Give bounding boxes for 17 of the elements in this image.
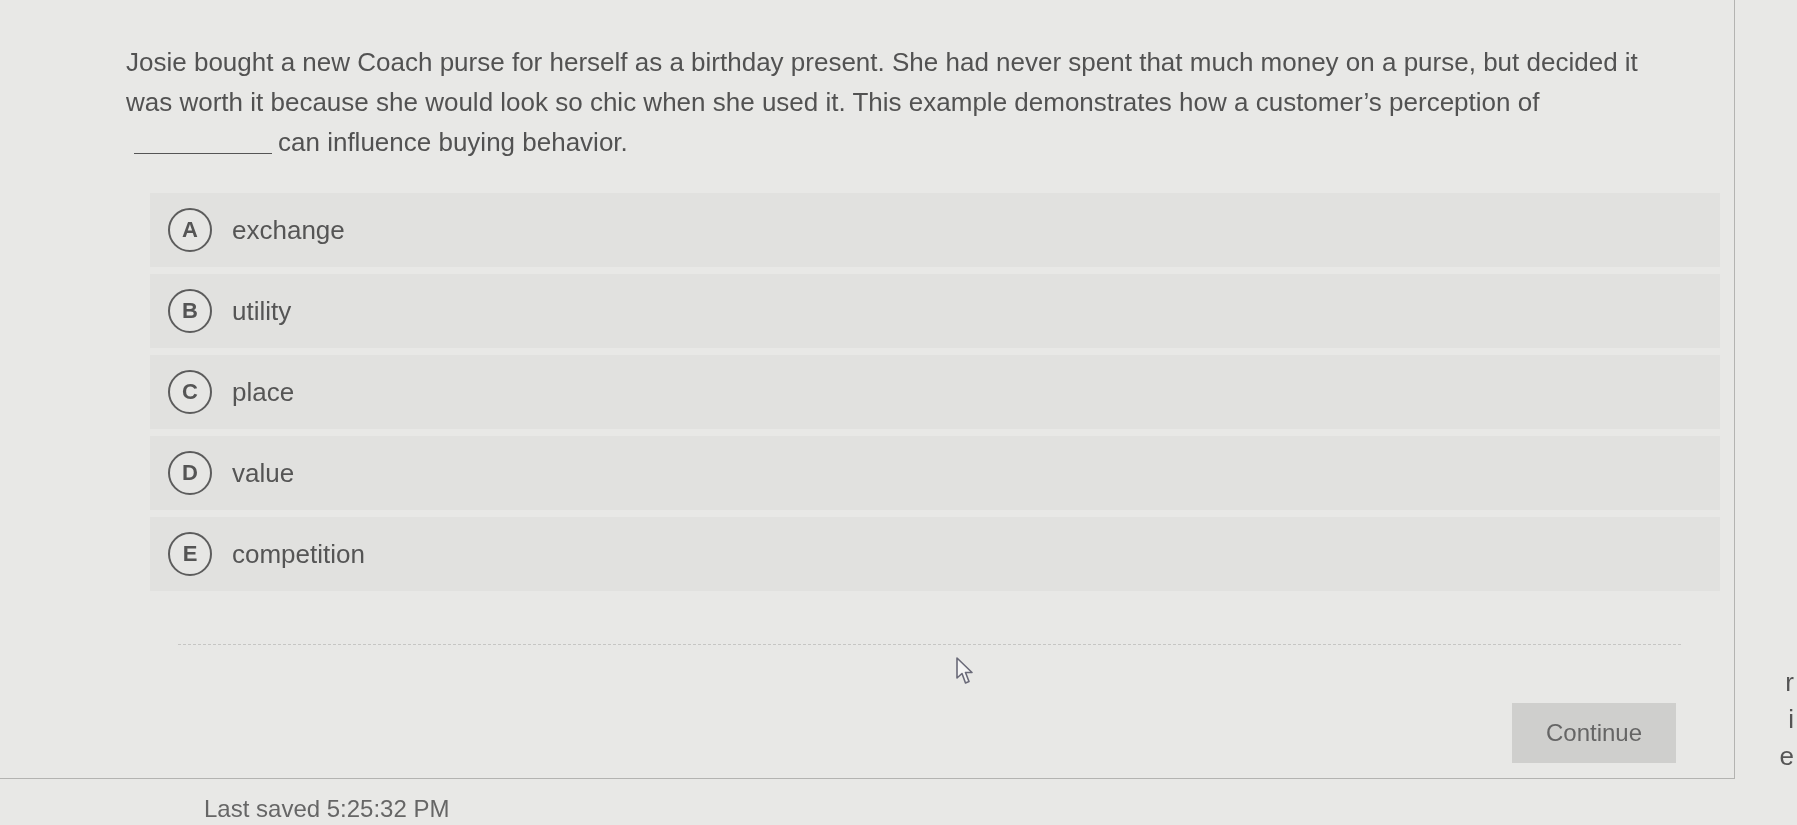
radio-button[interactable]: E [168, 532, 212, 576]
answer-option[interactable]: E competition [150, 517, 1720, 591]
answer-option[interactable]: B utility [150, 274, 1720, 348]
radio-button[interactable]: C [168, 370, 212, 414]
last-saved-text: Last saved 5:25:32 PM [204, 795, 450, 822]
answer-option[interactable]: A exchange [150, 193, 1720, 267]
panel-text: i [1788, 703, 1794, 736]
continue-button[interactable]: Continue [1512, 703, 1676, 763]
question-text: can influence buying behavior. [278, 126, 628, 159]
mouse-pointer-icon [956, 657, 976, 685]
panel-text: e [1779, 740, 1794, 773]
radio-button[interactable]: B [168, 289, 212, 333]
radio-button[interactable]: A [168, 208, 212, 252]
answer-option[interactable]: D value [150, 436, 1720, 510]
panel-text: r [1785, 666, 1794, 699]
radio-button[interactable]: D [168, 451, 212, 495]
answer-option[interactable]: C place [150, 355, 1720, 429]
